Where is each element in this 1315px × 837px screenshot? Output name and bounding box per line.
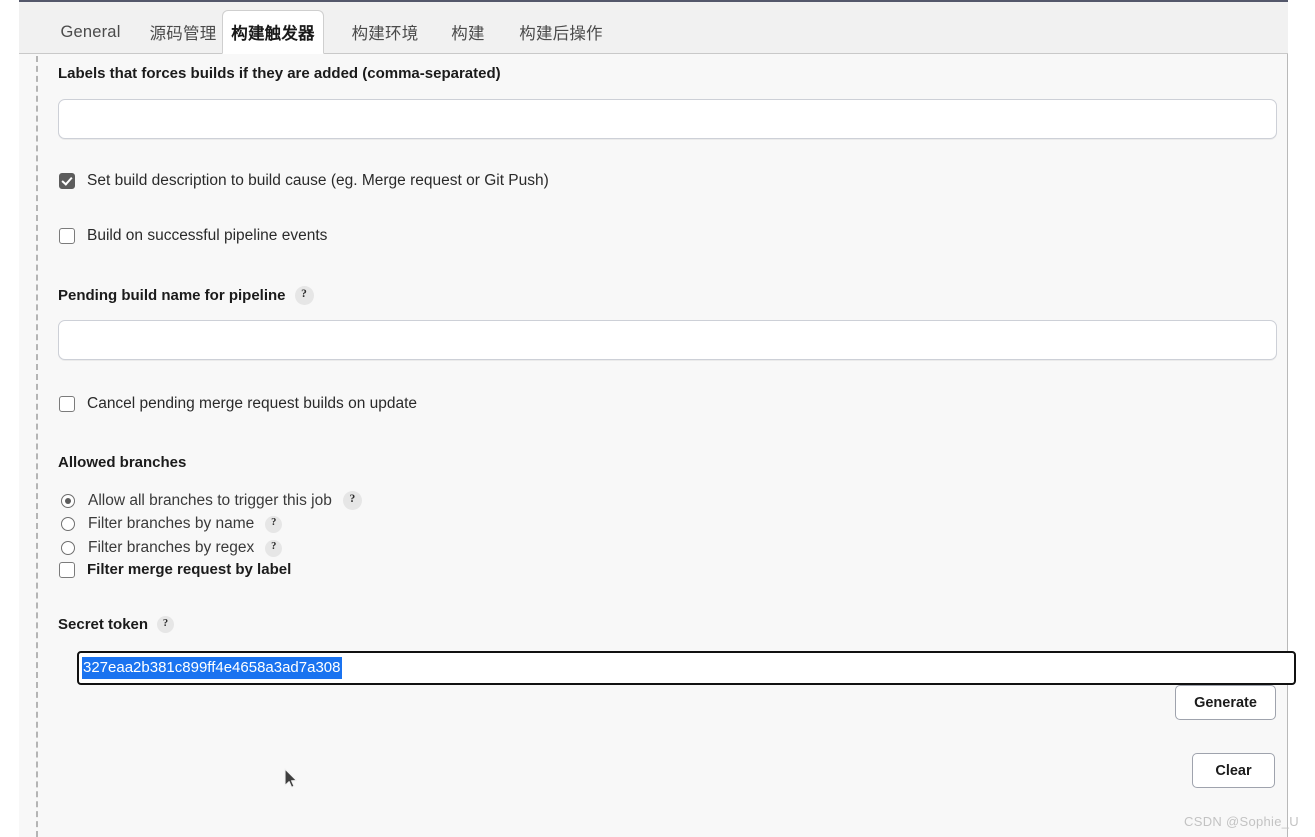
help-icon[interactable]: ? <box>265 539 283 557</box>
tab-label: 源码管理 <box>149 25 217 43</box>
checkbox-checked-icon[interactable] <box>59 173 75 189</box>
checkbox-unchecked-icon[interactable] <box>59 228 75 244</box>
label-text: Labels that forces builds if they are ad… <box>58 65 501 82</box>
labels-force-build-label: Labels that forces builds if they are ad… <box>58 65 501 82</box>
help-icon[interactable]: ? <box>294 286 314 305</box>
set-build-description-label: Set build description to build cause (eg… <box>87 172 549 189</box>
secret-token-label: Secret token ? <box>58 616 175 633</box>
labels-force-build-input[interactable] <box>58 99 1277 139</box>
secret-token-value: 327eaa2b381c899ff4e4658a3ad7a308 <box>82 657 342 679</box>
radio-unselected-icon[interactable] <box>61 517 75 531</box>
cancel-pending-builds-label: Cancel pending merge request builds on u… <box>87 395 418 412</box>
filter-merge-request-label: Filter merge request by label <box>87 561 292 578</box>
label-text: Pending build name for pipeline <box>58 287 286 304</box>
generate-button[interactable]: Generate <box>1175 685 1276 720</box>
cancel-pending-builds-row[interactable]: Cancel pending merge request builds on u… <box>59 395 417 413</box>
checkbox-filter-merge-request-by-label[interactable]: Filter merge request by label <box>59 561 291 578</box>
tab-label: 构建环境 <box>351 25 419 43</box>
allowed-branches-label: Allowed branches <box>58 454 186 471</box>
help-icon[interactable]: ? <box>157 616 175 633</box>
help-icon[interactable]: ? <box>342 491 362 510</box>
tab-bar-top-rule <box>19 0 1288 2</box>
tab-source-code-management[interactable]: 源码管理 <box>135 10 231 54</box>
tab-general[interactable]: General <box>53 10 128 54</box>
radio-filter-branches-by-name[interactable]: Filter branches by name ? <box>61 515 283 533</box>
set-build-description-row[interactable]: Set build description to build cause (eg… <box>59 172 549 190</box>
help-icon[interactable]: ? <box>265 515 283 533</box>
build-on-pipeline-events-row[interactable]: Build on successful pipeline events <box>59 227 327 245</box>
checkbox-unchecked-icon[interactable] <box>59 396 75 412</box>
clear-button[interactable]: Clear <box>1192 753 1275 788</box>
radio-label: Allow all branches to trigger this job <box>88 491 332 509</box>
radio-label: Filter branches by regex <box>88 539 255 556</box>
radio-label: Filter branches by name <box>88 515 255 532</box>
radio-allow-all-branches[interactable]: Allow all branches to trigger this job ? <box>61 491 362 510</box>
build-triggers-form: Labels that forces builds if they are ad… <box>19 54 1296 837</box>
tab-post-build-actions[interactable]: 构建后操作 <box>503 10 619 54</box>
tab-build-environment[interactable]: 构建环境 <box>337 10 433 54</box>
pending-build-name-label: Pending build name for pipeline ? <box>58 286 314 305</box>
radio-selected-icon[interactable] <box>61 493 75 508</box>
tab-label: 构建触发器 <box>231 25 315 43</box>
tab-label: General <box>60 22 121 41</box>
checkbox-unchecked-icon[interactable] <box>59 561 75 578</box>
right-gutter <box>1289 0 1315 837</box>
radio-unselected-icon[interactable] <box>61 541 75 555</box>
tab-build[interactable]: 构建 <box>442 10 494 54</box>
tab-label: 构建 <box>451 25 485 43</box>
pending-build-name-input[interactable] <box>58 320 1277 360</box>
page-root: General 源码管理 构建触发器 构建环境 构建 构建后操作 Labels … <box>0 0 1315 837</box>
label-text: Allowed branches <box>58 454 187 471</box>
clear-button-label: Clear <box>1215 762 1252 779</box>
radio-filter-branches-by-regex[interactable]: Filter branches by regex ? <box>61 539 283 557</box>
build-on-pipeline-events-label: Build on successful pipeline events <box>87 227 328 244</box>
generate-button-label: Generate <box>1194 694 1257 711</box>
label-text: Secret token <box>58 616 149 633</box>
tab-build-triggers[interactable]: 构建触发器 <box>222 10 324 54</box>
tab-label: 构建后操作 <box>519 25 603 43</box>
csdn-watermark: CSDN @Sophie_U <box>1184 814 1299 829</box>
secret-token-input[interactable]: 327eaa2b381c899ff4e4658a3ad7a308 <box>77 651 1296 685</box>
left-gutter <box>0 0 19 837</box>
